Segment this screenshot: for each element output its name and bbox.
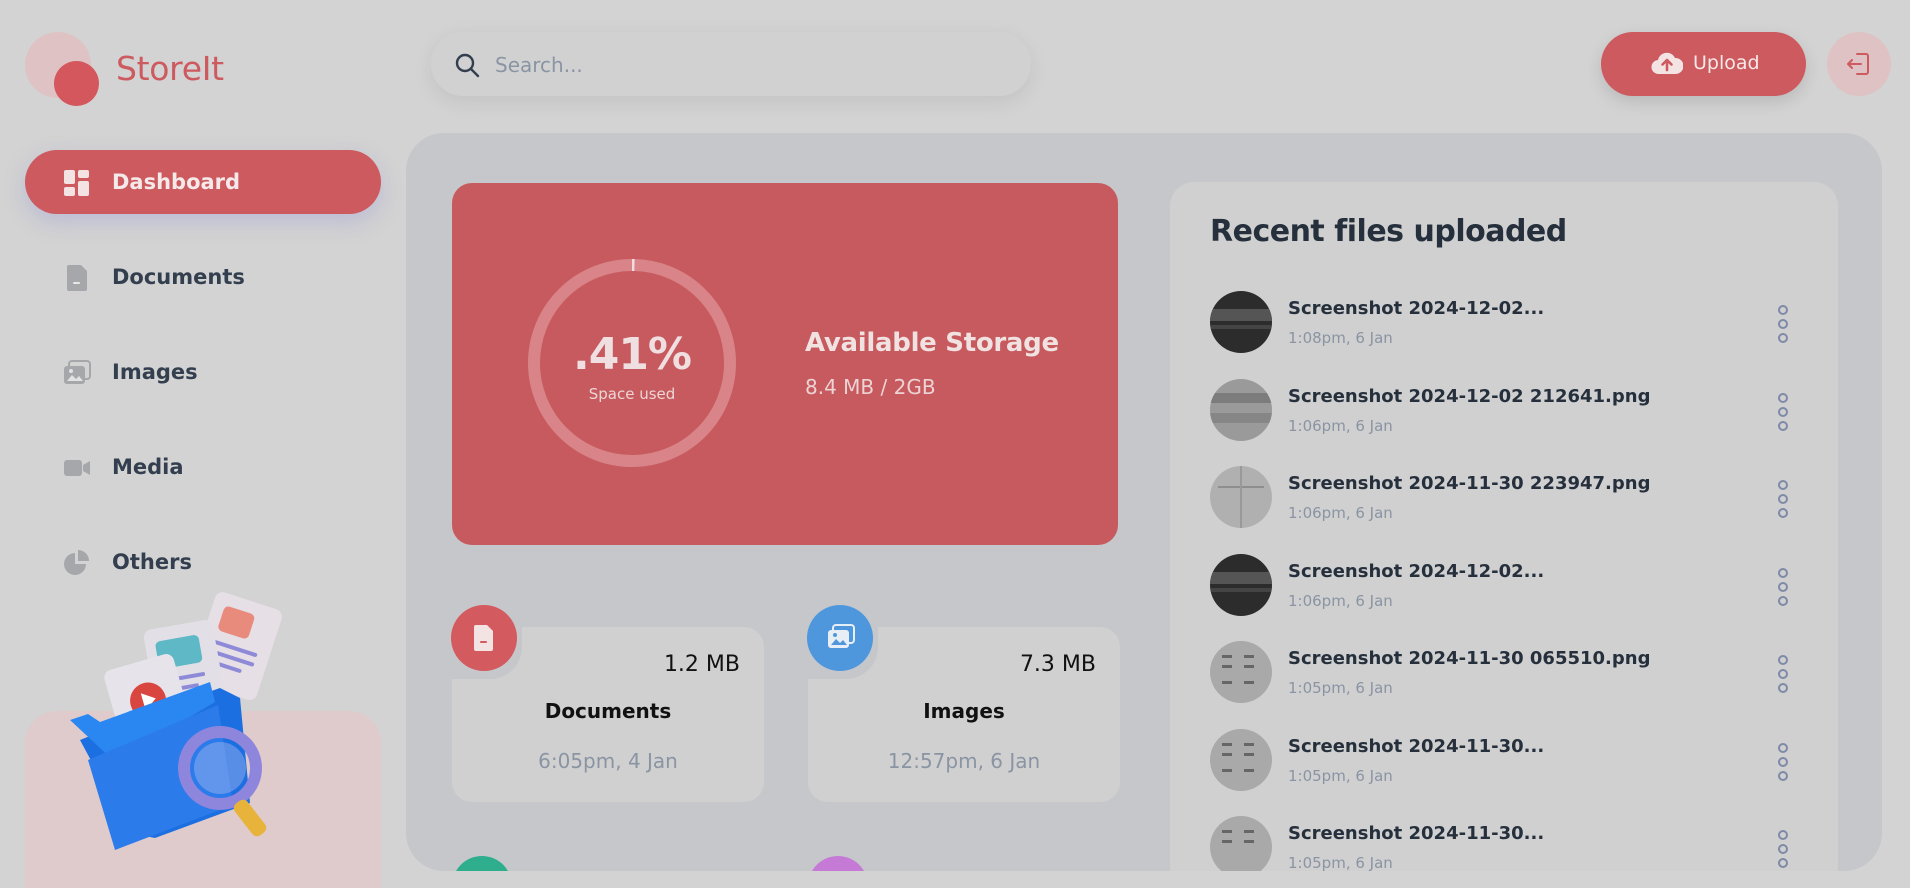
category-icon-images[interactable] — [807, 605, 873, 671]
search-bar[interactable] — [431, 32, 1031, 96]
file-actions-menu-icon[interactable] — [1778, 305, 1792, 345]
logout-button[interactable] — [1827, 32, 1891, 96]
category-name: Documents — [544, 699, 672, 723]
logout-icon — [1847, 53, 1869, 75]
file-thumbnail — [1210, 816, 1272, 871]
file-actions-menu-icon[interactable] — [1778, 393, 1792, 433]
sidebar-item-label: Images — [112, 360, 198, 384]
recent-files-panel: Recent files uploaded Screenshot 2024-12… — [1170, 182, 1838, 871]
recent-file-item[interactable]: Screenshot 2024-11-30... 1:05pm, 6 Jan — [1210, 729, 1800, 793]
storage-summary-card: .41% Space used Available Storage 8.4 MB… — [452, 183, 1118, 545]
file-actions-menu-icon[interactable] — [1778, 568, 1792, 608]
video-icon — [64, 460, 90, 476]
storage-usage-text: 8.4 MB / 2GB — [805, 375, 936, 399]
file-name: Screenshot 2024-12-02 212641.png — [1288, 386, 1651, 407]
sidebar-item-label: Dashboard — [112, 170, 241, 194]
file-date: 1:05pm, 6 Jan — [1288, 679, 1393, 697]
search-icon — [455, 53, 480, 78]
search-input[interactable] — [493, 48, 997, 82]
recent-file-item[interactable]: Screenshot 2024-11-30 223947.png 1:06pm,… — [1210, 466, 1800, 530]
upload-button-label: Upload — [1693, 52, 1760, 74]
sidebar-item-label: Media — [112, 455, 184, 479]
category-icon-others[interactable] — [808, 856, 868, 871]
recent-file-item[interactable]: Screenshot 2024-12-02... 1:08pm, 6 Jan — [1210, 291, 1800, 355]
file-thumbnail — [1210, 641, 1272, 703]
file-date: 1:06pm, 6 Jan — [1288, 504, 1393, 522]
sidebar-item-others[interactable]: Others — [25, 530, 381, 594]
sidebar-item-label: Others — [112, 550, 192, 574]
recent-file-item[interactable]: Screenshot 2024-12-02 212641.png 1:06pm,… — [1210, 379, 1800, 443]
file-name: Screenshot 2024-12-02... — [1288, 561, 1545, 582]
recent-files-title: Recent files uploaded — [1210, 214, 1567, 249]
file-date: 1:06pm, 6 Jan — [1288, 592, 1393, 610]
cloud-upload-icon — [1651, 52, 1683, 75]
folder-search-illustration — [70, 592, 282, 850]
app-name: StoreIt — [116, 49, 224, 88]
sidebar-item-label: Documents — [112, 265, 245, 289]
file-actions-menu-icon[interactable] — [1778, 480, 1792, 520]
file-actions-menu-icon[interactable] — [1778, 743, 1792, 783]
sidebar-item-images[interactable]: Images — [25, 340, 381, 404]
file-thumbnail — [1210, 291, 1272, 353]
logo-circle-front — [54, 61, 99, 106]
sidebar-item-media[interactable]: Media — [25, 435, 381, 499]
category-size: 1.2 MB — [663, 652, 740, 677]
recent-file-item[interactable]: Screenshot 2024-11-30... 1:05pm, 6 Jan — [1210, 816, 1800, 871]
file-name: Screenshot 2024-12-02... — [1288, 298, 1545, 319]
pie-chart-icon — [64, 550, 89, 575]
sidebar-item-dashboard[interactable]: Dashboard — [25, 150, 381, 214]
file-name: Screenshot 2024-11-30 065510.png — [1288, 648, 1651, 669]
sidebar-nav: Dashboard Documents Images Media Others — [25, 150, 381, 625]
file-thumbnail — [1210, 554, 1272, 616]
category-icon-documents[interactable] — [451, 605, 517, 671]
file-name: Screenshot 2024-11-30... — [1288, 736, 1545, 757]
recent-file-item[interactable]: Screenshot 2024-11-30 065510.png 1:05pm,… — [1210, 641, 1800, 705]
dashboard-icon — [64, 170, 89, 196]
images-icon — [64, 360, 91, 384]
file-name: Screenshot 2024-11-30 223947.png — [1288, 473, 1651, 494]
available-storage-title: Available Storage — [805, 328, 1059, 358]
file-date: 1:05pm, 6 Jan — [1288, 854, 1393, 871]
file-thumbnail — [1210, 729, 1272, 791]
space-used-label: Space used — [588, 385, 676, 403]
document-icon — [67, 265, 87, 291]
image-icon — [828, 624, 855, 648]
storage-percent: .41% — [572, 329, 692, 380]
recent-file-item[interactable]: Screenshot 2024-12-02... 1:06pm, 6 Jan — [1210, 554, 1800, 618]
file-date: 1:06pm, 6 Jan — [1288, 417, 1393, 435]
category-name: Images — [923, 699, 1005, 723]
file-thumbnail — [1210, 379, 1272, 441]
dashboard-main: .41% Space used Available Storage 8.4 MB… — [406, 133, 1882, 871]
storage-usage-ring: .41% Space used — [522, 253, 742, 473]
file-name: Screenshot 2024-11-30... — [1288, 823, 1545, 844]
category-size: 7.3 MB — [1019, 652, 1096, 677]
file-thumbnail — [1210, 466, 1272, 528]
file-actions-menu-icon[interactable] — [1778, 830, 1792, 870]
sidebar-item-documents[interactable]: Documents — [25, 245, 381, 309]
file-date: 1:05pm, 6 Jan — [1288, 767, 1393, 785]
category-date: 6:05pm, 4 Jan — [538, 749, 678, 773]
file-actions-menu-icon[interactable] — [1778, 655, 1792, 695]
category-date: 12:57pm, 6 Jan — [887, 749, 1041, 773]
file-date: 1:08pm, 6 Jan — [1288, 329, 1393, 347]
app-logo[interactable]: StoreIt — [25, 32, 245, 107]
upload-button[interactable]: Upload — [1601, 32, 1806, 96]
document-icon — [474, 625, 493, 651]
category-icon-media[interactable] — [452, 856, 512, 871]
